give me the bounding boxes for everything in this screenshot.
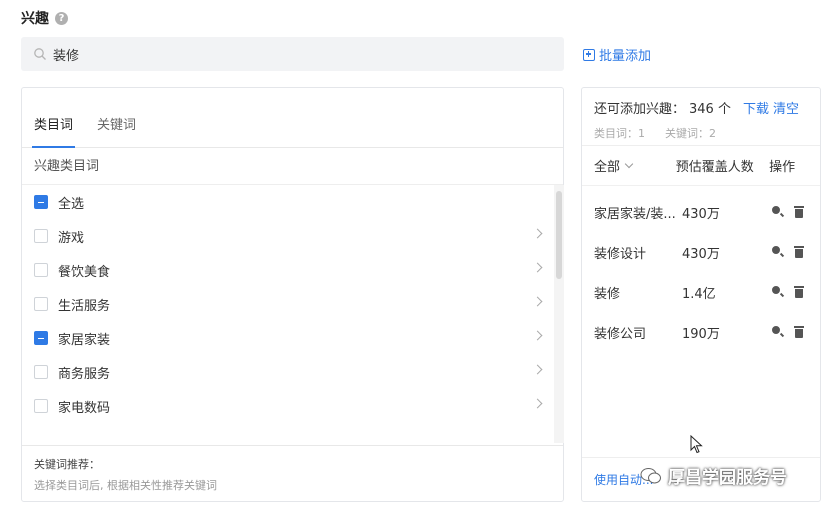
chevron-right-icon[interactable] — [532, 296, 543, 307]
plus-box-icon — [583, 48, 595, 61]
search-box[interactable] — [21, 37, 564, 71]
category-label: 全选 — [58, 196, 85, 212]
table-row: 家居家装/装... 430万 — [582, 192, 820, 232]
wechat-icon — [640, 467, 661, 483]
category-header: 兴趣类目词 — [22, 148, 563, 185]
row-cover: 430万 — [682, 206, 720, 222]
category-item-food[interactable]: 餐饮美食 — [22, 253, 553, 287]
scrollbar-thumb[interactable] — [556, 191, 562, 279]
download-link[interactable]: 下载 — [743, 98, 769, 117]
batch-add-label: 批量添加 — [599, 49, 652, 64]
remaining-label: 还可添加兴趣： — [594, 102, 686, 117]
chevron-right-icon[interactable] — [532, 330, 543, 341]
chevron-right-icon[interactable] — [532, 398, 543, 409]
row-cover: 430万 — [682, 246, 720, 262]
row-name: 装修 — [594, 286, 621, 302]
selected-table-header: 全部 预估覆盖人数 操作 — [582, 146, 820, 186]
table-row: 装修公司 190万 — [582, 312, 820, 352]
watermark: 厚昌学园服务号 — [640, 463, 787, 488]
category-label: 餐饮美食 — [58, 264, 111, 280]
category-label: 生活服务 — [58, 298, 111, 314]
category-panel: 类目词 关键词 兴趣类目词 全选 游戏 餐饮美食 生活服务 家居家装 商务服务 … — [21, 87, 564, 502]
category-label: 家电数码 — [58, 400, 111, 416]
selected-summary: 还可添加兴趣： 346 个 下载 清空 类目词：1 关键词：2 — [582, 88, 820, 146]
tab-keywords[interactable]: 关键词 — [97, 114, 136, 147]
column-cover: 预估覆盖人数 — [675, 160, 754, 175]
table-row: 装修 1.4亿 — [582, 272, 820, 312]
chevron-right-icon[interactable] — [532, 228, 543, 239]
page-title: 兴趣 — [21, 11, 49, 27]
category-item-life-services[interactable]: 生活服务 — [22, 287, 553, 321]
category-item-home-decor[interactable]: 家居家装 — [22, 321, 553, 355]
chevron-right-icon[interactable] — [532, 262, 543, 273]
batch-add-button[interactable]: 批量添加 — [583, 45, 651, 64]
recommend-hint: 选择类目词后, 根据相关性推荐关键词 — [34, 479, 217, 492]
recommend-title: 关键词推荐： — [34, 458, 100, 471]
chevron-right-icon[interactable] — [532, 364, 543, 375]
category-item-select-all[interactable]: 全选 — [22, 185, 553, 219]
remaining-count: 346 个 — [689, 102, 731, 117]
selected-list: 家居家装/装... 430万 装修设计 430万 装修 1.4亿 装修公司 19… — [582, 186, 820, 352]
magnify-icon[interactable] — [772, 326, 784, 338]
row-cover: 190万 — [682, 326, 720, 342]
search-icon — [34, 48, 46, 60]
checkbox[interactable] — [34, 229, 48, 243]
category-label: 家居家装 — [58, 332, 111, 348]
magnify-icon[interactable] — [772, 246, 784, 258]
category-label: 游戏 — [58, 230, 85, 246]
category-item-business[interactable]: 商务服务 — [22, 355, 553, 389]
keyword-recommend: 关键词推荐： 选择类目词后, 根据相关性推荐关键词 — [22, 445, 563, 502]
interest-header: 兴趣 ? — [21, 8, 68, 28]
column-operation: 操作 — [769, 160, 796, 175]
filter-all-label: 全部 — [594, 160, 621, 175]
watermark-text: 厚昌学园服务号 — [668, 468, 787, 488]
checkbox[interactable] — [34, 195, 48, 209]
table-row: 装修设计 430万 — [582, 232, 820, 272]
checkbox[interactable] — [34, 365, 48, 379]
checkbox[interactable] — [34, 331, 48, 345]
help-circle-icon[interactable]: ? — [55, 11, 68, 25]
search-input[interactable] — [53, 46, 533, 62]
trash-icon[interactable] — [794, 326, 804, 338]
category-item-games[interactable]: 游戏 — [22, 219, 553, 253]
trash-icon[interactable] — [794, 286, 804, 298]
chevron-down-icon — [624, 159, 634, 169]
magnify-icon[interactable] — [772, 286, 784, 298]
row-name: 装修公司 — [594, 326, 647, 342]
category-label: 商务服务 — [58, 366, 111, 382]
checkbox[interactable] — [34, 263, 48, 277]
checkbox[interactable] — [34, 297, 48, 311]
clear-link[interactable]: 清空 — [773, 98, 799, 117]
magnify-icon[interactable] — [772, 206, 784, 218]
category-item-electronics[interactable]: 家电数码 — [22, 389, 553, 423]
trash-icon[interactable] — [794, 206, 804, 218]
row-cover: 1.4亿 — [682, 286, 716, 302]
checkbox[interactable] — [34, 399, 48, 413]
keyword-count: 关键词：2 — [665, 127, 716, 140]
row-name: 装修设计 — [594, 246, 647, 262]
filter-all-dropdown[interactable]: 全部 — [594, 156, 676, 175]
tab-bar: 类目词 关键词 — [22, 88, 563, 148]
category-scrollbar[interactable] — [554, 185, 564, 443]
category-list: 全选 游戏 餐饮美食 生活服务 家居家装 商务服务 家电数码 — [22, 185, 553, 443]
category-count: 类目词：1 — [594, 127, 645, 140]
row-name: 家居家装/装... — [594, 206, 676, 222]
trash-icon[interactable] — [794, 246, 804, 258]
tab-category-words[interactable]: 类目词 — [31, 114, 76, 148]
